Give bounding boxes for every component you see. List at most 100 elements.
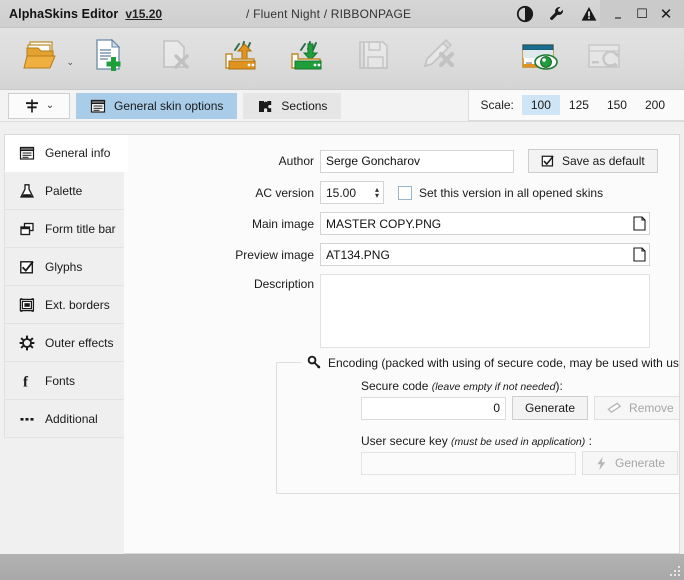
save-disk-icon xyxy=(359,41,388,69)
ac-version-value: 15.00 xyxy=(326,185,357,200)
sidebar-item-palette[interactable]: Palette xyxy=(4,172,124,210)
pencil-delete-icon xyxy=(423,38,455,68)
encoding-group-title: Encoding (packed with using of secure co… xyxy=(301,355,679,370)
tab-sections[interactable]: Sections xyxy=(243,92,342,119)
description-row: Description xyxy=(124,274,679,348)
svg-text:f: f xyxy=(23,374,29,389)
chevron-down-icon[interactable]: ⌄ xyxy=(66,57,74,68)
folder-open-icon xyxy=(23,41,56,69)
generate-label: Generate xyxy=(615,456,666,470)
file-page-icon[interactable] xyxy=(633,247,646,262)
main-image-row: Main image MASTER COPY.PNG xyxy=(124,212,679,235)
user-secure-key-input[interactable] xyxy=(361,451,576,475)
resize-grip-icon[interactable] xyxy=(668,564,682,578)
sidebar: General info Palette Form title bar Glyp… xyxy=(4,126,128,554)
title-bar-icons xyxy=(516,0,598,28)
sidebar-item-additional[interactable]: Additional xyxy=(4,400,124,438)
app-version-link[interactable]: v15.20 xyxy=(125,7,162,21)
checkbox-icon xyxy=(20,260,34,273)
sidebar-item-fonts[interactable]: f Fonts xyxy=(4,362,124,400)
sidebar-item-form-title-bar[interactable]: Form title bar xyxy=(4,210,124,248)
spin-down-icon[interactable]: ▾ xyxy=(375,191,379,199)
secure-code-label-hint: (leave empty if not needed xyxy=(431,381,556,393)
scale-option-125[interactable]: 125 xyxy=(560,95,598,115)
sidebar-item-label: General info xyxy=(45,146,111,160)
sidebar-item-label: Ext. borders xyxy=(45,297,110,312)
preview-eye-icon xyxy=(522,44,558,70)
file-page-icon[interactable] xyxy=(633,216,646,231)
author-input[interactable]: Serge Goncharov xyxy=(320,149,514,173)
sidebar-item-glyphs[interactable]: Glyphs xyxy=(4,248,124,286)
set-version-all-checkbox[interactable] xyxy=(398,185,412,200)
scale-option-150[interactable]: 150 xyxy=(598,95,636,115)
maximize-button[interactable]: ☐ xyxy=(631,3,653,25)
sidebar-item-ext-borders[interactable]: Ext. borders xyxy=(4,286,124,324)
lightning-icon xyxy=(597,456,606,470)
refresh-window-icon xyxy=(588,44,620,68)
save-as-default-button[interactable]: Save as default xyxy=(528,149,658,173)
sidebar-item-label: Form title bar xyxy=(45,221,116,236)
preview-image-value: AT134.PNG xyxy=(326,247,390,262)
user-key-label-hint: (must be used in application) xyxy=(451,436,586,448)
main-image-input[interactable]: MASTER COPY.PNG xyxy=(320,212,650,235)
sidebar-item-label: Palette xyxy=(45,183,83,198)
secure-code-remove-button: Remove xyxy=(594,396,679,420)
alphaskins-editor-window: AlphaSkins Editor v15.20 / Fluent Night … xyxy=(0,0,684,580)
tab-general-skin-options[interactable]: General skin options xyxy=(76,92,238,119)
borders-icon xyxy=(19,297,35,312)
edit-delete-button xyxy=(406,28,472,84)
wrench-icon[interactable] xyxy=(548,5,566,23)
scale-option-100[interactable]: 100 xyxy=(521,95,560,115)
body-area: General info Palette Form title bar Glyp… xyxy=(0,122,684,554)
main-image-label: Main image xyxy=(251,216,314,231)
sidebar-item-outer-effects[interactable]: Outer effects xyxy=(4,324,124,362)
preview-skin-button[interactable] xyxy=(506,28,572,84)
new-skin-button[interactable] xyxy=(76,28,142,84)
close-button[interactable]: ✕ xyxy=(655,3,677,25)
user-secure-key-fields: Generate xyxy=(277,451,679,475)
secure-code-generate-button[interactable]: Generate xyxy=(512,396,589,420)
window-controls: – ☐ ✕ xyxy=(600,0,684,28)
main-toolbar: ⌄ xyxy=(0,28,684,90)
import-skin-button[interactable] xyxy=(274,28,340,84)
preview-image-input[interactable]: AT134.PNG xyxy=(320,243,650,266)
ellipsis-icon xyxy=(20,417,34,421)
secure-code-input[interactable]: 0 xyxy=(361,396,506,420)
scale-option-200[interactable]: 200 xyxy=(636,95,674,115)
set-version-all-checkbox-row[interactable]: Set this version in all opened skins xyxy=(398,185,604,200)
description-label: Description xyxy=(253,277,314,291)
contrast-icon[interactable] xyxy=(516,5,534,23)
pin-chevron-icon[interactable]: ⌄ xyxy=(46,100,54,111)
sidebar-item-label: Outer effects xyxy=(45,335,114,350)
sidebar-item-general-info[interactable]: General info xyxy=(4,134,128,172)
generate-label: Generate xyxy=(525,401,576,415)
flask-icon xyxy=(19,183,35,198)
ac-version-stepper[interactable]: 15.00 ▴ ▾ xyxy=(320,181,384,204)
breadcrumb: / Fluent Night / RIBBONPAGE xyxy=(246,7,412,21)
tab-label: Sections xyxy=(281,98,328,113)
encoding-spacer xyxy=(277,420,679,434)
minimize-button[interactable]: – xyxy=(607,3,629,25)
delete-skin-button xyxy=(142,28,208,84)
description-textarea[interactable] xyxy=(320,274,650,348)
set-version-all-label: Set this version in all opened skins xyxy=(419,185,604,200)
notepad-icon xyxy=(90,99,106,113)
preview-image-label: Preview image xyxy=(235,247,314,262)
export-skin-button[interactable] xyxy=(208,28,274,84)
spinner-arrows-icon[interactable]: ▴ ▾ xyxy=(375,185,381,199)
title-bar: AlphaSkins Editor v15.20 / Fluent Night … xyxy=(0,0,684,28)
user-key-label-main: User secure key xyxy=(361,434,452,448)
delete-document-icon xyxy=(163,40,189,69)
secure-code-label-main: Secure code xyxy=(361,379,432,393)
export-upload-icon xyxy=(225,41,256,70)
options-pin-button[interactable]: ⌄ xyxy=(8,92,70,119)
font-f-icon: f xyxy=(23,374,29,389)
encoding-title-text: Encoding (packed with using of secure co… xyxy=(328,355,679,370)
app-title: AlphaSkins Editor xyxy=(9,6,119,21)
warning-icon[interactable] xyxy=(580,5,598,23)
tab-strip: ⌄ General skin options Sections Scale: 1… xyxy=(0,90,684,122)
import-download-icon xyxy=(291,41,322,70)
secure-code-label-tail: ): xyxy=(555,379,563,393)
refresh-skin-button xyxy=(572,28,638,84)
open-skin-button[interactable]: ⌄ xyxy=(10,28,76,84)
